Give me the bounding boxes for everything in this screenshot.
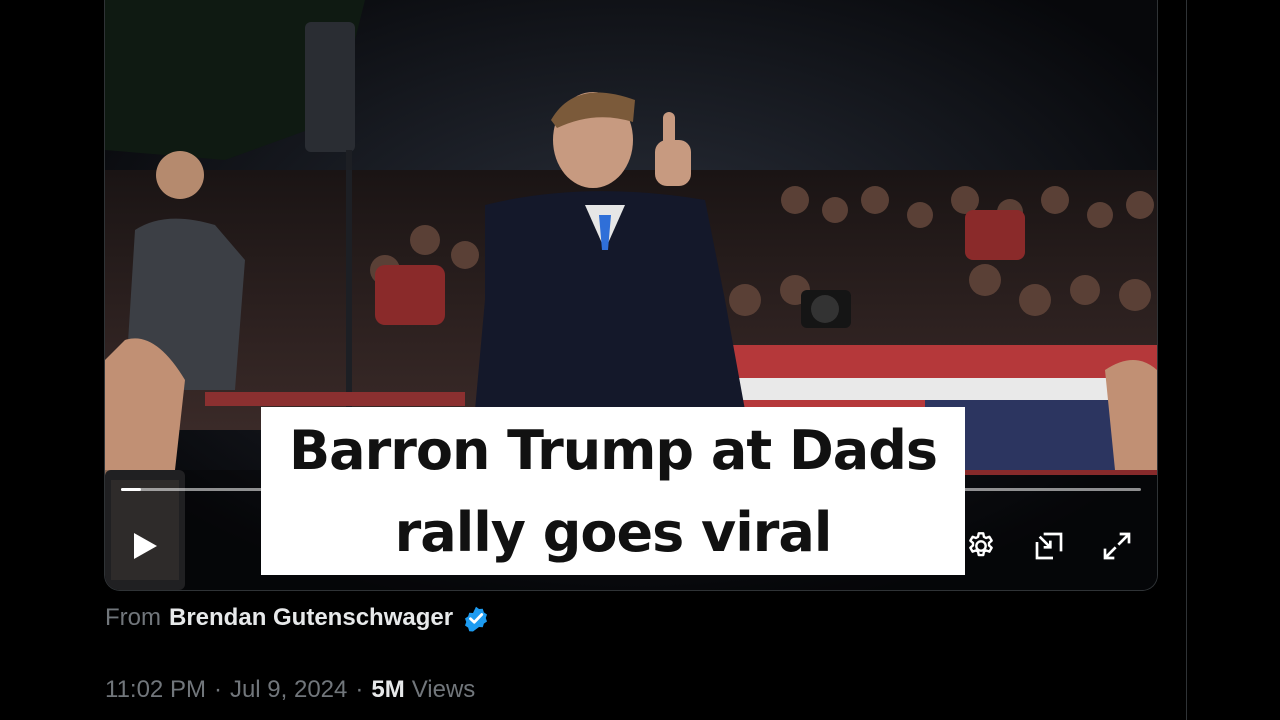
meta-separator: · <box>213 676 222 703</box>
popout-icon <box>1035 532 1063 560</box>
verified-badge-icon <box>461 603 491 633</box>
video-progress-fill <box>121 488 142 491</box>
headline-line-2: rally goes viral <box>394 501 833 564</box>
headline-line-1: Barron Trump at Dads <box>288 419 938 482</box>
views-label: Views <box>411 676 476 703</box>
fullscreen-icon <box>1103 532 1131 560</box>
timeline-divider <box>1186 0 1187 720</box>
headline-overlay: Barron Trump at Dads rally goes viral <box>261 407 965 575</box>
settings-button[interactable] <box>963 528 999 564</box>
fullscreen-button[interactable] <box>1099 528 1135 564</box>
author-name-link[interactable]: Brendan Gutenschwager <box>169 604 453 632</box>
play-button[interactable] <box>127 528 163 564</box>
meta-separator: · <box>355 676 364 703</box>
from-label: From <box>105 604 161 631</box>
post-meta: 11:02 PM · Jul 9, 2024 · 5M Views <box>105 672 475 708</box>
popout-button[interactable] <box>1031 528 1067 564</box>
post-time[interactable]: 11:02 PM <box>105 676 206 704</box>
post-date[interactable]: Jul 9, 2024 <box>230 676 347 704</box>
play-icon <box>134 533 157 559</box>
video-attribution: From Brendan Gutenschwager <box>105 600 491 636</box>
gear-icon <box>969 532 993 557</box>
views-count: 5M <box>371 676 405 703</box>
